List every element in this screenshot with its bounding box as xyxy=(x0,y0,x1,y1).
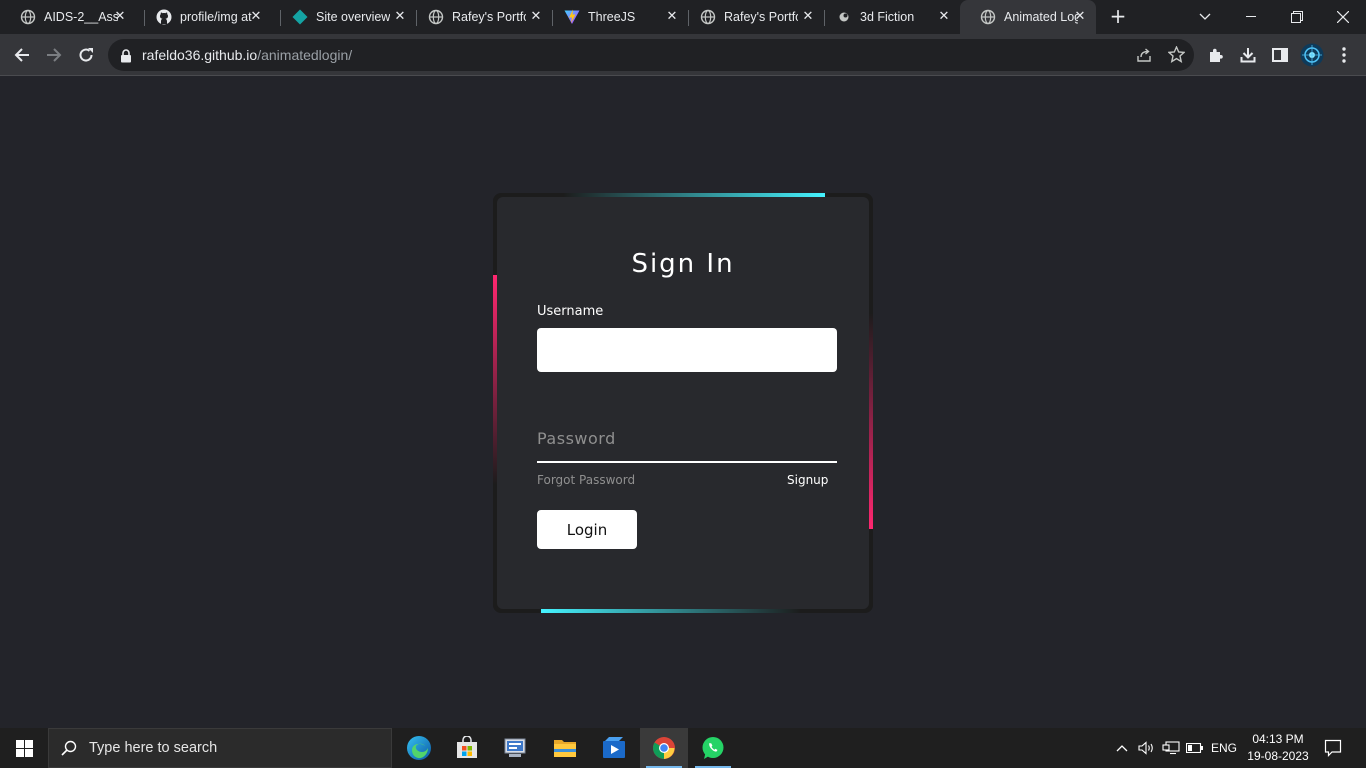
new-tab-button[interactable]: + xyxy=(1106,5,1130,29)
video-editor-icon[interactable] xyxy=(590,728,638,768)
tab-title: 3d Fiction xyxy=(860,10,915,24)
tab-title: AIDS-2__Assignment xyxy=(44,10,118,24)
tab-rafey-portfolio-2[interactable]: Rafey's Portfolio ✕ xyxy=(680,0,824,34)
cyan-glow-border xyxy=(541,609,801,613)
globe-icon xyxy=(20,9,36,25)
globe-icon xyxy=(700,9,716,25)
tab-title: Rafey's Portfolio xyxy=(724,10,798,24)
tab-3d-fiction[interactable]: 3d Fiction ✕ xyxy=(816,0,960,34)
chrome-app-icon[interactable] xyxy=(640,728,688,768)
menu-kebab-icon[interactable] xyxy=(1330,41,1358,69)
volume-icon[interactable] xyxy=(1136,728,1158,768)
dot-icon xyxy=(836,9,852,25)
pink-glow-border xyxy=(869,313,873,529)
lock-icon[interactable] xyxy=(120,48,132,67)
notification-icon[interactable] xyxy=(1318,728,1348,768)
globe-icon xyxy=(980,9,996,25)
bookmark-star-icon[interactable] xyxy=(1167,45,1186,67)
close-icon[interactable]: ✕ xyxy=(800,9,816,25)
tab-title: ThreeJS xyxy=(588,10,636,24)
globe-icon xyxy=(428,9,444,25)
tab-rafey-portfolio[interactable]: Rafey's Portfolio ✕ xyxy=(408,0,552,34)
share-icon[interactable] xyxy=(1136,47,1152,67)
side-panel-icon[interactable] xyxy=(1266,41,1294,69)
vite-icon xyxy=(564,9,580,25)
search-placeholder: Type here to search xyxy=(89,740,218,756)
tab-strip: AIDS-2__Assignment ✕ profile/img at main… xyxy=(0,0,1366,34)
back-button[interactable] xyxy=(8,41,36,69)
tab-netlify-overview[interactable]: Site overview | Netlify ✕ xyxy=(272,0,416,34)
whatsapp-app-icon[interactable] xyxy=(689,728,737,768)
close-icon[interactable]: ✕ xyxy=(936,9,952,25)
tab-title: Site overview | Netlify xyxy=(316,10,390,24)
minimize-button[interactable] xyxy=(1228,0,1274,34)
page-content: Sign In Username Password Forgot Passwor… xyxy=(0,77,1366,728)
tab-title: profile/img at main xyxy=(180,10,254,24)
search-icon xyxy=(61,740,77,756)
edge-app-icon[interactable] xyxy=(395,728,443,768)
form-title: Sign In xyxy=(631,249,735,279)
netlify-icon xyxy=(292,9,308,25)
tab-aids-assignment[interactable]: AIDS-2__Assignment ✕ xyxy=(0,0,136,34)
download-icon[interactable] xyxy=(1234,41,1262,69)
close-icon[interactable]: ✕ xyxy=(528,9,544,25)
control-panel-icon[interactable] xyxy=(491,728,539,768)
login-card: Sign In Username Password Forgot Passwor… xyxy=(493,193,873,613)
close-icon[interactable]: ✕ xyxy=(664,9,680,25)
restore-button[interactable] xyxy=(1274,0,1320,34)
extensions-icon[interactable] xyxy=(1202,41,1230,69)
close-icon[interactable]: ✕ xyxy=(112,9,128,25)
url-host: rafeldo36.github.io xyxy=(142,47,258,63)
login-button[interactable]: Login xyxy=(537,510,637,549)
clock-time: 04:13 PM xyxy=(1252,732,1304,746)
forgot-password-link[interactable]: Forgot Password xyxy=(537,473,635,487)
taskbar-clock[interactable]: 04:13 PM 19-08-2023 xyxy=(1240,731,1316,765)
microsoft-store-icon[interactable] xyxy=(443,728,491,768)
tab-search-chevron-icon[interactable] xyxy=(1182,0,1228,34)
tab-threejs[interactable]: ThreeJS ✕ xyxy=(544,0,688,34)
url-path: /animatedlogin/ xyxy=(257,47,353,63)
password-field[interactable]: Password xyxy=(537,423,837,463)
windows-taskbar: Type here to search ENG 04:13 PM 19-08-2… xyxy=(0,728,1366,768)
profile-avatar[interactable] xyxy=(1298,41,1326,69)
tray-chevron-up-icon[interactable] xyxy=(1112,728,1132,768)
browser-toolbar: rafeldo36.github.io/animatedlogin/ xyxy=(0,34,1366,76)
close-icon[interactable]: ✕ xyxy=(392,9,408,25)
close-window-button[interactable] xyxy=(1320,0,1366,34)
close-icon[interactable]: ✕ xyxy=(1072,9,1088,25)
language-indicator[interactable]: ENG xyxy=(1206,728,1242,768)
close-icon[interactable]: ✕ xyxy=(248,9,264,25)
github-icon xyxy=(156,9,172,25)
file-explorer-icon[interactable] xyxy=(541,728,589,768)
windows-start-button[interactable] xyxy=(0,728,48,768)
username-input[interactable] xyxy=(537,328,837,372)
clock-date: 19-08-2023 xyxy=(1247,749,1309,763)
tab-title: Animated Login xyxy=(1004,10,1078,24)
network-icon[interactable] xyxy=(1160,728,1182,768)
taskbar-search-box[interactable]: Type here to search xyxy=(48,728,392,768)
tab-animated-login[interactable]: Animated Login ✕ xyxy=(960,0,1096,34)
username-label: Username xyxy=(537,304,604,319)
signup-link[interactable]: Signup xyxy=(787,473,828,487)
login-form: Sign In Username Password Forgot Passwor… xyxy=(497,197,869,609)
password-label: Password xyxy=(537,429,616,448)
tab-github-profile[interactable]: profile/img at main ✕ xyxy=(136,0,272,34)
tab-title: Rafey's Portfolio xyxy=(452,10,526,24)
battery-icon[interactable] xyxy=(1184,728,1206,768)
reload-button[interactable] xyxy=(72,41,100,69)
forward-button[interactable] xyxy=(40,41,68,69)
address-bar[interactable]: rafeldo36.github.io/animatedlogin/ xyxy=(108,39,1194,71)
url-text: rafeldo36.github.io/animatedlogin/ xyxy=(142,47,352,63)
